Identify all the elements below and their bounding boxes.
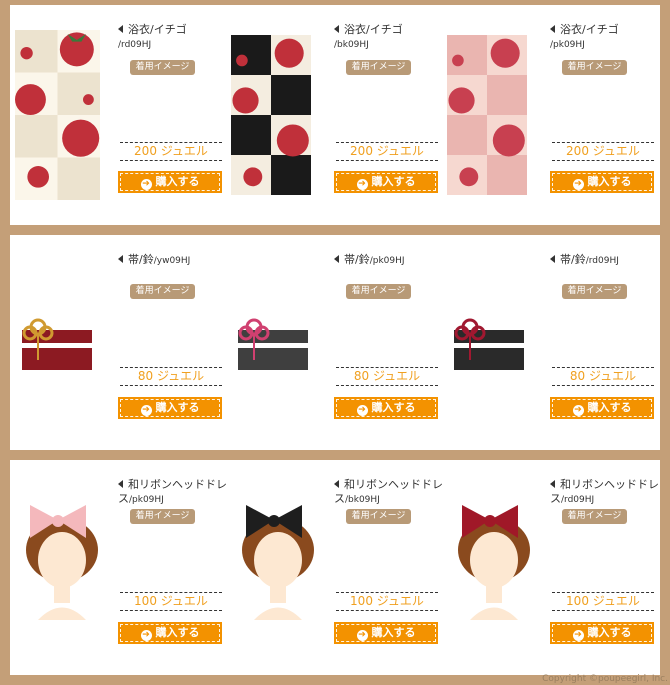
left-arrow-icon (334, 480, 339, 488)
arrow-right-icon: ➔ (356, 179, 368, 190)
wear-image-tag[interactable]: 着用イメージ (346, 284, 411, 299)
yukata-rd-thumbnail[interactable] (15, 10, 100, 220)
left-arrow-icon (550, 25, 555, 33)
arrow-right-icon: ➔ (140, 179, 152, 190)
price-label: 200 ジュエル (336, 142, 438, 161)
buy-button[interactable]: ➔ 購入する (334, 397, 438, 419)
buy-button[interactable]: ➔ 購入する (334, 171, 438, 193)
obi-panel: 帯/鈴/yw09HJ 着用イメージ 80 ジュエル ➔ 購入する 帯/鈴/pk09… (10, 235, 660, 450)
ribbon-bk-thumbnail[interactable] (226, 460, 336, 675)
yukata-pk-thumbnail[interactable] (447, 10, 527, 220)
left-arrow-icon (118, 255, 123, 263)
price-label: 80 ジュエル (120, 367, 222, 386)
wear-image-tag[interactable]: 着用イメージ (562, 509, 627, 524)
buy-button[interactable]: ➔ 購入する (550, 171, 654, 193)
item-ribbon-bk: 和リボンヘッドドレス/bk09HJ 着用イメージ 100 ジュエル ➔ 購入する (226, 460, 443, 675)
wear-image-tag[interactable]: 着用イメージ (346, 509, 411, 524)
arrow-right-icon: ➔ (572, 630, 584, 641)
obi-pk-thumbnail[interactable] (226, 235, 336, 450)
price-label: 200 ジュエル (552, 142, 654, 161)
left-arrow-icon (118, 480, 123, 488)
item-obi-yw: 帯/鈴/yw09HJ 着用イメージ 80 ジュエル ➔ 購入する (10, 235, 226, 450)
item-name[interactable]: 浴衣/イチゴ/bk09HJ (334, 23, 446, 52)
buy-button[interactable]: ➔ 購入する (550, 397, 654, 419)
arrow-right-icon: ➔ (572, 179, 584, 190)
item-obi-rd: 帯/鈴/rd09HJ 着用イメージ 80 ジュエル ➔ 購入する (442, 235, 658, 450)
left-arrow-icon (118, 25, 123, 33)
item-name[interactable]: 浴衣/イチゴ/pk09HJ (550, 23, 662, 52)
item-ribbon-rd: 和リボンヘッドドレス/rd09HJ 着用イメージ 100 ジュエル ➔ 購入する (442, 460, 659, 675)
item-name[interactable]: 和リボンヘッドドレス/pk09HJ (118, 478, 230, 507)
buy-button[interactable]: ➔ 購入する (118, 622, 222, 644)
item-yukata-bk: 浴衣/イチゴ/bk09HJ 着用イメージ 200 ジュエル ➔ 購入する (226, 5, 442, 225)
item-yukata-rd: 浴衣/イチゴ/rd09HJ 着用イメージ 200 ジュエル ➔ 購入する (10, 5, 226, 225)
buy-button[interactable]: ➔ 購入する (334, 622, 438, 644)
left-arrow-icon (550, 255, 555, 263)
item-name[interactable]: 和リボンヘッドドレス/bk09HJ (334, 478, 446, 507)
item-name[interactable]: 浴衣/イチゴ/rd09HJ (118, 23, 230, 52)
buy-button[interactable]: ➔ 購入する (550, 622, 654, 644)
ribbon-pk-thumbnail[interactable] (10, 460, 120, 675)
item-ribbon-pk: 和リボンヘッドドレス/pk09HJ 着用イメージ 100 ジュエル ➔ 購入する (10, 460, 227, 675)
item-obi-pk: 帯/鈴/pk09HJ 着用イメージ 80 ジュエル ➔ 購入する (226, 235, 442, 450)
arrow-right-icon: ➔ (356, 630, 368, 641)
item-name[interactable]: 帯/鈴/pk09HJ (334, 253, 446, 268)
left-arrow-icon (550, 480, 555, 488)
wear-image-tag[interactable]: 着用イメージ (130, 60, 195, 75)
price-label: 100 ジュエル (336, 592, 438, 611)
arrow-right-icon: ➔ (140, 405, 152, 416)
item-yukata-pk: 浴衣/イチゴ/pk09HJ 着用イメージ 200 ジュエル ➔ 購入する (442, 5, 658, 225)
item-name[interactable]: 帯/鈴/rd09HJ (550, 253, 662, 268)
left-arrow-icon (334, 25, 339, 33)
wear-image-tag[interactable]: 着用イメージ (130, 284, 195, 299)
price-label: 100 ジュエル (552, 592, 654, 611)
left-arrow-icon (334, 255, 339, 263)
arrow-right-icon: ➔ (572, 405, 584, 416)
wear-image-tag[interactable]: 着用イメージ (562, 284, 627, 299)
item-name[interactable]: 和リボンヘッドドレス/rd09HJ (550, 478, 662, 507)
buy-button[interactable]: ➔ 購入する (118, 171, 222, 193)
copyright-text: Copyright ©poupeegirl, Inc. (542, 674, 668, 684)
price-label: 100 ジュエル (120, 592, 222, 611)
obi-yw-thumbnail[interactable] (10, 235, 120, 450)
buy-button[interactable]: ➔ 購入する (118, 397, 222, 419)
wear-image-tag[interactable]: 着用イメージ (346, 60, 411, 75)
price-label: 80 ジュエル (336, 367, 438, 386)
ribbon-panel: 和リボンヘッドドレス/pk09HJ 着用イメージ 100 ジュエル ➔ 購入する … (10, 460, 660, 675)
wear-image-tag[interactable]: 着用イメージ (130, 509, 195, 524)
ribbon-rd-thumbnail[interactable] (442, 460, 552, 675)
arrow-right-icon: ➔ (140, 630, 152, 641)
obi-rd-thumbnail[interactable] (442, 235, 552, 450)
yukata-panel: 浴衣/イチゴ/rd09HJ 着用イメージ 200 ジュエル ➔ 購入する 浴衣/イ… (10, 5, 660, 225)
price-label: 80 ジュエル (552, 367, 654, 386)
price-label: 200 ジュエル (120, 142, 222, 161)
arrow-right-icon: ➔ (356, 405, 368, 416)
wear-image-tag[interactable]: 着用イメージ (562, 60, 627, 75)
item-name[interactable]: 帯/鈴/yw09HJ (118, 253, 230, 268)
yukata-bk-thumbnail[interactable] (231, 10, 311, 220)
